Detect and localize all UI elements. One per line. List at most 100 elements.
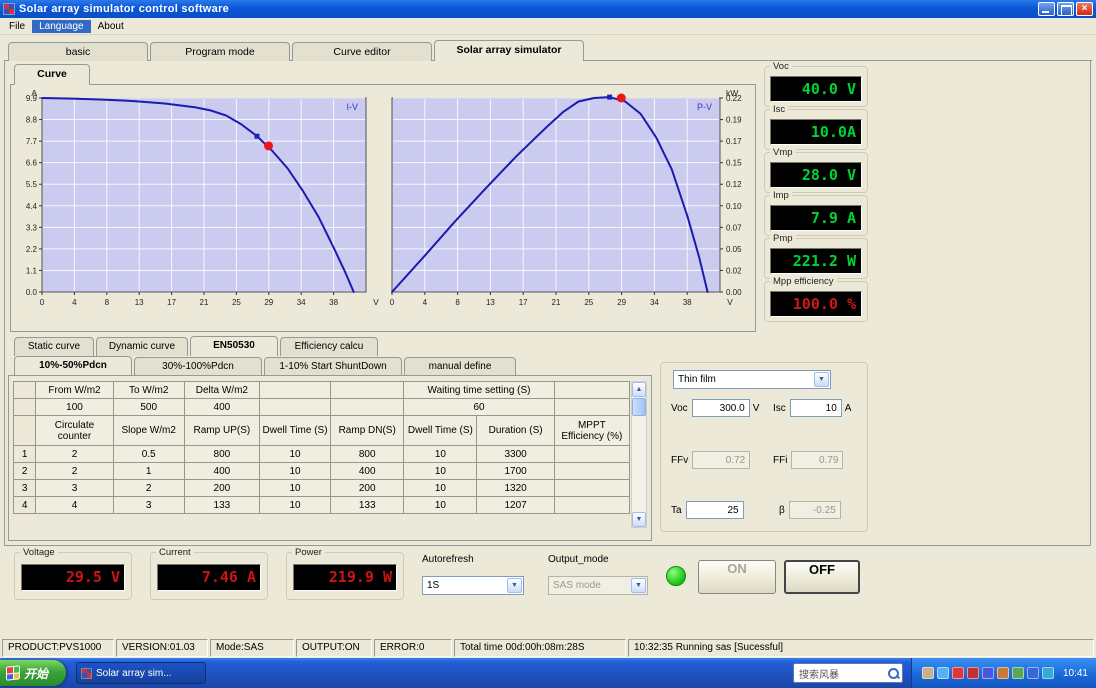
status-segment-4: OUTPUT:ON bbox=[296, 639, 372, 657]
tray-icon-1[interactable] bbox=[921, 667, 934, 679]
table-cell: 1320 bbox=[476, 479, 555, 497]
taskbar-search-input[interactable]: 搜索风暴 bbox=[792, 663, 903, 683]
table-cell bbox=[12, 415, 37, 446]
beta-field: β bbox=[779, 501, 841, 519]
table-cell: 10 bbox=[258, 445, 332, 463]
table-cell: 800 bbox=[330, 445, 405, 463]
tab-10-50-pdcn[interactable]: 10%-50%Pdcn bbox=[14, 356, 132, 376]
tray-icon-5[interactable] bbox=[981, 667, 994, 679]
table-cell: 10 bbox=[403, 479, 478, 497]
menu-file[interactable]: File bbox=[2, 20, 32, 33]
table-cell: 1 bbox=[112, 462, 185, 480]
table-cell: 200 bbox=[330, 479, 405, 497]
tray-icon-3[interactable] bbox=[951, 667, 964, 679]
table-cell: From W/m2 bbox=[35, 381, 114, 399]
svg-text:0.10: 0.10 bbox=[726, 202, 742, 211]
isc-unit: A bbox=[844, 402, 852, 414]
ta-input[interactable] bbox=[685, 501, 744, 519]
pv-model-select[interactable]: Thin film ▼ bbox=[673, 370, 831, 389]
svg-text:kW: kW bbox=[726, 88, 738, 98]
start-button[interactable]: 开始 bbox=[0, 660, 67, 686]
tab-start-shutdown[interactable]: 1-10% Start ShuntDown bbox=[264, 357, 402, 376]
tab-curve[interactable]: Curve bbox=[14, 64, 90, 85]
svg-text:0.02: 0.02 bbox=[726, 266, 742, 275]
table-scrollbar[interactable]: ▲ ▼ bbox=[631, 381, 647, 528]
tab-solar-array-simulator[interactable]: Solar array simulator bbox=[434, 40, 584, 61]
on-button[interactable]: ON bbox=[698, 560, 776, 594]
tab-curve-editor[interactable]: Curve editor bbox=[292, 42, 432, 61]
chevron-down-icon[interactable]: ▼ bbox=[814, 372, 829, 387]
readout-value: 221.2 W bbox=[770, 248, 862, 274]
system-tray: 10:41 bbox=[910, 658, 1096, 688]
tab-program-mode[interactable]: Program mode bbox=[150, 42, 290, 61]
tab-static-curve[interactable]: Static curve bbox=[14, 337, 94, 356]
tray-icon-2[interactable] bbox=[936, 667, 949, 679]
readout-pmp: Pmp 221.2 W bbox=[764, 233, 868, 279]
svg-text:8: 8 bbox=[105, 298, 110, 307]
mpp-point bbox=[607, 94, 613, 100]
menu-about[interactable]: About bbox=[91, 20, 131, 33]
ffv-field: FFv bbox=[671, 451, 751, 469]
svg-text:34: 34 bbox=[297, 298, 306, 307]
close-button[interactable]: × bbox=[1076, 2, 1093, 16]
voltage-value: 29.5 V bbox=[21, 564, 125, 591]
en50530-table: From W/m2 To W/m2 Delta W/m2 Waiting time s… bbox=[12, 381, 631, 514]
svg-text:13: 13 bbox=[135, 298, 144, 307]
taskbar: 开始 Solar array sim... 搜索风暴 10:41 bbox=[0, 658, 1096, 688]
tray-icon-8[interactable] bbox=[1026, 667, 1039, 679]
tab-basic[interactable]: basic bbox=[8, 42, 148, 61]
svg-text:A: A bbox=[31, 88, 37, 98]
table-cell: Delta W/m2 bbox=[183, 381, 260, 399]
table-cell: 133 bbox=[183, 496, 260, 514]
tray-icon-7[interactable] bbox=[1011, 667, 1024, 679]
maximize-button[interactable] bbox=[1057, 2, 1074, 16]
voc-input[interactable] bbox=[691, 399, 750, 417]
tray-icons bbox=[921, 667, 1054, 679]
readout-value: 10.0A bbox=[770, 119, 862, 145]
ffi-input bbox=[791, 451, 844, 469]
window-title: Solar array simulator control software bbox=[19, 3, 230, 15]
readout-vmp: Vmp 28.0 V bbox=[764, 147, 868, 193]
waiting-time-value: 60 bbox=[403, 398, 555, 416]
tab-en50530[interactable]: EN50530 bbox=[190, 336, 278, 356]
off-button[interactable]: OFF bbox=[784, 560, 860, 594]
tray-icon-9[interactable] bbox=[1041, 667, 1054, 679]
tray-icon-4[interactable] bbox=[966, 667, 979, 679]
readout-label: Mpp efficiency bbox=[770, 276, 837, 287]
taskbar-item-solar-array[interactable]: Solar array sim... bbox=[76, 662, 207, 684]
voc-field: Voc V bbox=[671, 399, 759, 417]
tab-30-100-pdcn[interactable]: 30%-100%Pdcn bbox=[134, 357, 262, 376]
svg-text:13: 13 bbox=[486, 298, 495, 307]
table-cell: 400 bbox=[183, 398, 260, 416]
tab-dynamic-curve[interactable]: Dynamic curve bbox=[96, 337, 188, 356]
start-label: 开始 bbox=[24, 666, 49, 681]
row-number: 1 bbox=[12, 445, 37, 463]
tab-manual-define[interactable]: manual define bbox=[404, 357, 516, 376]
chevron-down-icon[interactable]: ▼ bbox=[507, 578, 522, 593]
autorefresh-value: 1S bbox=[427, 580, 440, 591]
tab-efficiency-calcu[interactable]: Efficiency calcu bbox=[280, 337, 378, 356]
tray-icon-6[interactable] bbox=[996, 667, 1009, 679]
scroll-down-icon[interactable]: ▼ bbox=[632, 512, 646, 527]
autorefresh-select[interactable]: 1S ▼ bbox=[422, 576, 524, 595]
table-cell: 1207 bbox=[476, 496, 555, 514]
current-label: Current bbox=[156, 547, 194, 558]
search-icon[interactable] bbox=[887, 667, 900, 680]
column-header: Slope W/m2 bbox=[112, 415, 185, 446]
scroll-up-icon[interactable]: ▲ bbox=[632, 382, 646, 397]
svg-text:0: 0 bbox=[390, 298, 395, 307]
scroll-thumb[interactable] bbox=[632, 398, 646, 416]
table-cell bbox=[12, 381, 37, 399]
svg-text:2.2: 2.2 bbox=[26, 245, 38, 254]
operating-point bbox=[263, 141, 273, 151]
menu-language[interactable]: Language bbox=[32, 19, 91, 33]
table-cell bbox=[12, 398, 37, 416]
table-cell bbox=[553, 398, 631, 416]
table-cell: To W/m2 bbox=[112, 381, 185, 399]
scroll-track[interactable] bbox=[632, 397, 646, 512]
isc-input[interactable] bbox=[789, 399, 842, 417]
output-mode-label: Output_mode bbox=[548, 554, 609, 565]
taskbar-item-label: Solar array sim... bbox=[96, 667, 172, 679]
waiting-time-header: Waiting time setting (S) bbox=[403, 381, 555, 399]
minimize-button[interactable] bbox=[1038, 2, 1055, 16]
